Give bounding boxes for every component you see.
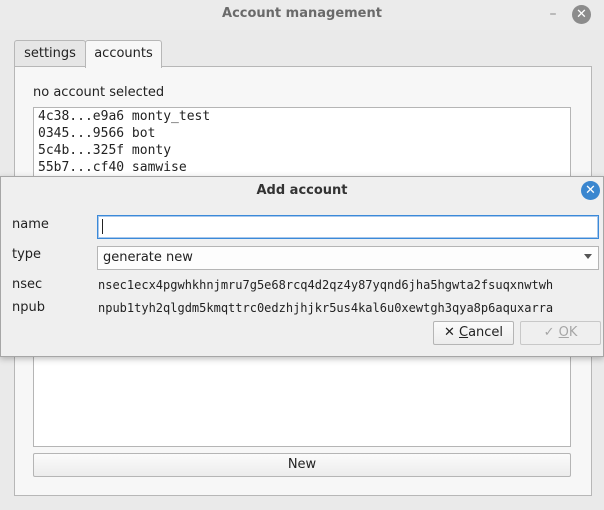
account-name: monty_test — [131, 109, 211, 124]
account-name: samwise — [131, 160, 187, 175]
list-item[interactable]: 5c4b...325f monty — [38, 143, 171, 158]
nsec-label: nsec — [12, 277, 43, 292]
nsec-value: nsec1ecx4pgwhkhnjmru7g5e68rcq4d2qz4y87yq… — [98, 278, 554, 292]
account-name: bot — [131, 126, 156, 141]
type-selected-value: generate new — [103, 250, 193, 265]
npub-value: npub1tyh2qlgdm5kmqttrc0edzhjhjkr5us4kal6… — [98, 301, 554, 315]
text-caret — [102, 219, 103, 234]
account-key: 55b7...cf40 — [38, 160, 125, 175]
cancel-button[interactable]: ✕ Cancel — [433, 321, 514, 345]
dialog-close-button[interactable]: ✕ — [581, 181, 600, 200]
account-key: 4c38...e9a6 — [38, 109, 125, 124]
title-bar: Account management – ✕ — [0, 0, 604, 30]
type-label: type — [12, 247, 42, 262]
tab-accounts[interactable]: accounts — [85, 40, 162, 68]
window-title: Account management — [222, 6, 382, 21]
dropdown-arrow-icon — [584, 254, 592, 259]
close-window-button[interactable]: ✕ — [572, 5, 591, 24]
cancel-mnemonic: C — [459, 325, 469, 340]
add-account-dialog: Add account ✕ name type generate new nse… — [0, 176, 604, 357]
account-key: 5c4b...325f — [38, 143, 125, 158]
type-select[interactable]: generate new — [97, 246, 599, 270]
ok-button[interactable]: ✓ OK — [520, 321, 601, 345]
list-item[interactable]: 4c38...e9a6 monty_test — [38, 109, 210, 124]
list-item[interactable]: 0345...9566 bot — [38, 126, 155, 141]
list-item[interactable]: 55b7...cf40 samwise — [38, 160, 187, 175]
dialog-title: Add account — [256, 183, 348, 198]
account-key: 0345...9566 — [38, 126, 125, 141]
account-name: monty — [131, 143, 172, 158]
ok-label: K — [568, 325, 578, 340]
cancel-label: ancel — [468, 325, 504, 340]
minimize-button[interactable]: – — [544, 4, 562, 24]
name-input[interactable] — [97, 215, 599, 239]
selection-status: no account selected — [33, 85, 165, 100]
check-icon: ✓ — [543, 325, 555, 340]
name-label: name — [12, 217, 49, 232]
new-account-button[interactable]: New — [33, 453, 571, 477]
tab-settings[interactable]: settings — [14, 40, 86, 67]
cancel-icon: ✕ — [443, 325, 455, 340]
npub-label: npub — [12, 300, 45, 315]
ok-mnemonic: O — [558, 325, 569, 340]
